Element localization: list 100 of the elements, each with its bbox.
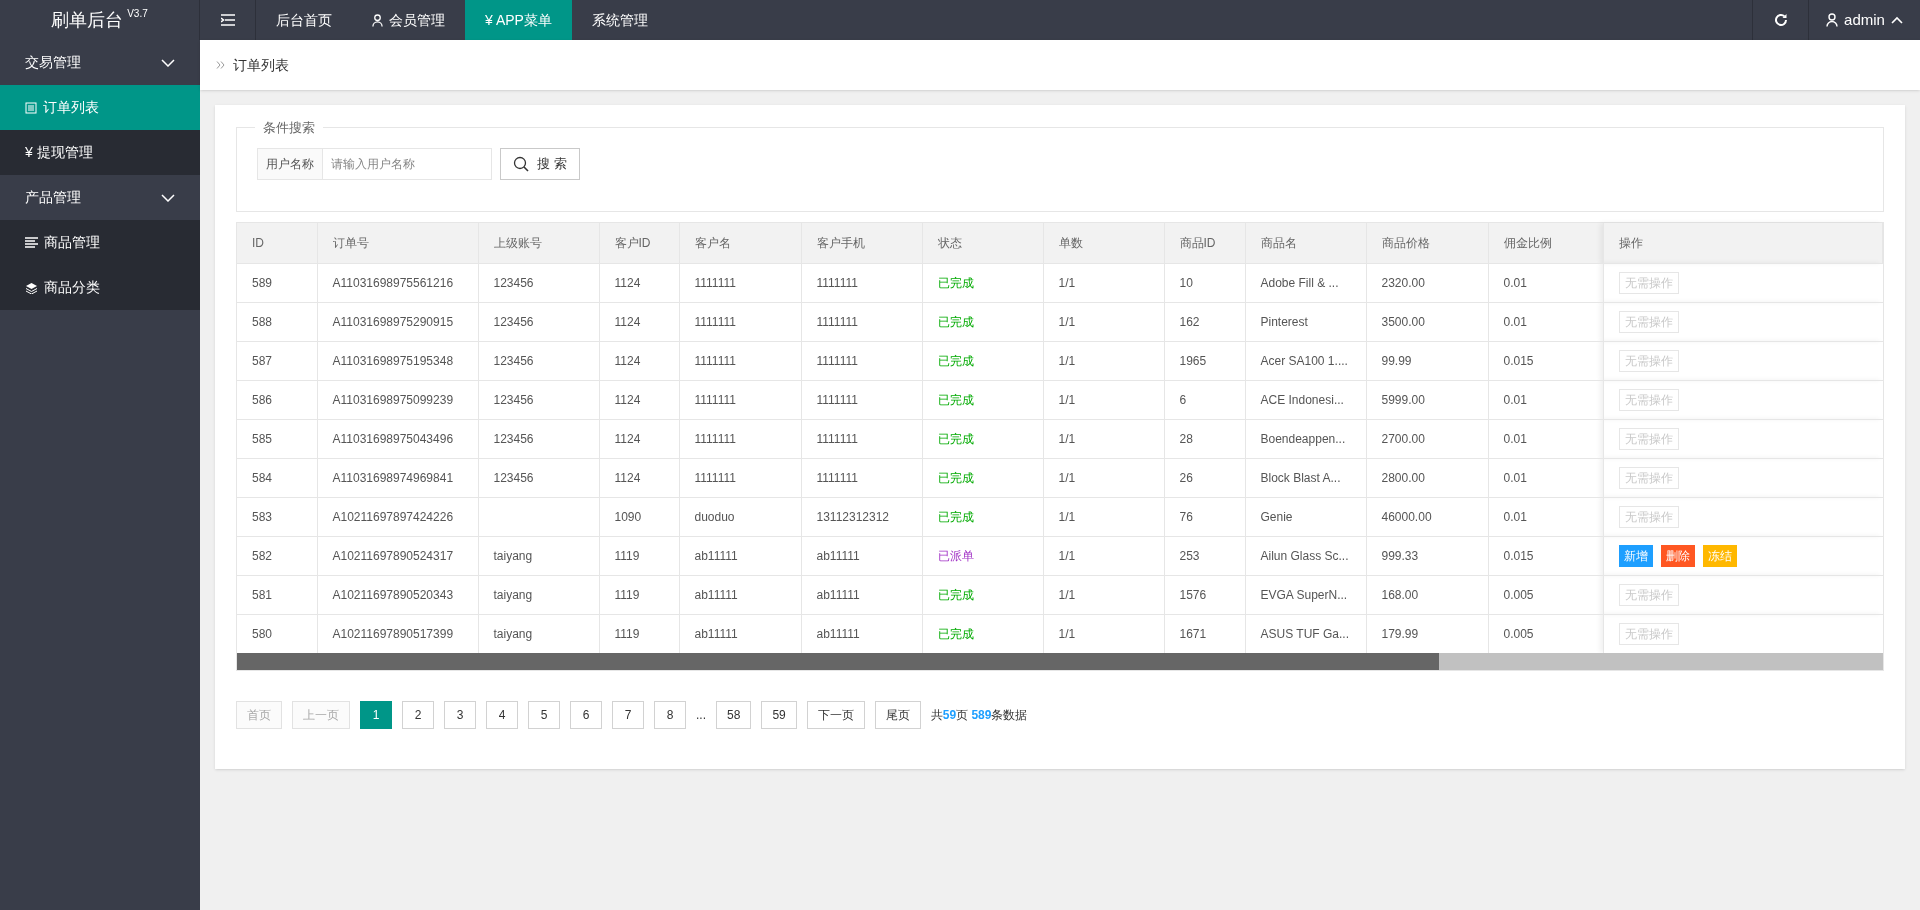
status-text: 已完成	[937, 275, 974, 290]
table-cell-text: 1111111	[816, 392, 858, 407]
table-cell-text: 1111111	[816, 314, 858, 329]
table-cell-text: 162	[1179, 314, 1200, 329]
nav-tab[interactable]: 会员管理	[352, 0, 465, 40]
column-header[interactable]: 状态	[922, 223, 1043, 263]
table-cell-text: 13112312312	[816, 509, 890, 524]
double-chevron-icon	[216, 61, 225, 69]
column-header[interactable]: 商品名	[1245, 223, 1366, 263]
column-header[interactable]: 上级账号	[478, 223, 599, 263]
status-text: 已完成	[937, 353, 974, 368]
table-cell-text: 10	[1179, 275, 1193, 290]
table-cell-text: A11031698975043496	[332, 431, 454, 446]
table-cell-text: 0.01	[1503, 392, 1527, 407]
table-cell-text: 585	[252, 431, 273, 446]
table-cell-text: ab11111	[816, 626, 860, 641]
nav-tab[interactable]: 系统管理	[571, 0, 668, 40]
table-cell-text: 1576	[1179, 587, 1207, 602]
table-cell-text: Boendeappen...	[1260, 431, 1346, 446]
page-button[interactable]: 4	[486, 701, 518, 729]
table-cell-text: 179.99	[1381, 626, 1419, 641]
user-icon	[1826, 13, 1839, 27]
page-button[interactable]: 8	[654, 701, 686, 729]
table-cell-text: 584	[252, 470, 273, 485]
table-cell-text: 5999.00	[1381, 392, 1425, 407]
nav-tab[interactable]: ¥ APP菜单	[465, 0, 572, 40]
column-header[interactable]: 操作	[1603, 223, 1883, 263]
sidebar-item[interactable]: 订单列表	[0, 85, 200, 130]
pagination-button[interactable]: 尾页	[874, 701, 921, 729]
table-cell-text: 586	[252, 392, 273, 407]
table-cell-text: 1/1	[1058, 431, 1076, 446]
column-header[interactable]: ID	[237, 223, 317, 263]
table-cell-text: 123456	[493, 392, 534, 407]
table-cell-text: A11031698975099239	[332, 392, 454, 407]
table-cell-text: 589	[252, 275, 273, 290]
table-cell-text: 1111111	[694, 431, 736, 446]
column-header[interactable]: 客户ID	[599, 223, 679, 263]
table-cell-text: 1111111	[816, 353, 858, 368]
column-header[interactable]: 客户名	[679, 223, 801, 263]
table-cell-text: 1119	[614, 626, 640, 641]
table-cell-text: 1124	[614, 431, 641, 446]
page-button[interactable]: 2	[402, 701, 434, 729]
sidebar-item[interactable]: 商品管理	[0, 220, 200, 265]
table-cell-text: 1965	[1179, 353, 1207, 368]
pagination-button[interactable]: 下一页	[806, 701, 865, 729]
scrollbar-thumb[interactable]	[237, 653, 1439, 670]
table-cell-text: 1/1	[1058, 548, 1076, 563]
table-cell-text: ab11111	[694, 626, 738, 641]
sidebar-item[interactable]: ¥ 提现管理	[0, 130, 200, 175]
version-label: V3.7	[127, 7, 148, 21]
column-header[interactable]: 客户手机	[801, 223, 922, 263]
table-cell-text: 587	[252, 353, 273, 368]
table-cell-text: 0.01	[1503, 431, 1527, 446]
table-cell-text: 3500.00	[1381, 314, 1425, 329]
table-cell-text: 168.00	[1381, 587, 1419, 602]
column-header[interactable]: 商品价格	[1366, 223, 1488, 263]
table-cell-text: 1111111	[816, 431, 858, 446]
chevron-down-icon	[161, 58, 175, 67]
table-cell-text: A10211697890517399	[332, 626, 454, 641]
breadcrumb-item: 订单列表	[233, 55, 289, 75]
column-header[interactable]: 佣金比例	[1488, 223, 1603, 263]
table-cell-text: 123456	[493, 275, 534, 290]
nav-tab[interactable]: 后台首页	[256, 0, 352, 40]
table-cell-text: ab11111	[816, 548, 860, 563]
table-cell-text: Block Blast A...	[1260, 470, 1341, 485]
table-cell-text: 1111111	[816, 470, 858, 485]
table-cell-text: A10211697890524317	[332, 548, 454, 563]
horizontal-scrollbar[interactable]	[237, 653, 1883, 670]
status-text: 已完成	[937, 431, 974, 446]
table-cell-text: 123456	[493, 314, 534, 329]
page-button[interactable]: 6	[570, 701, 602, 729]
table-cell-text: 1111111	[694, 314, 736, 329]
table-cell-text: 123456	[493, 431, 534, 446]
table-cell-text: ASUS TUF Ga...	[1260, 626, 1349, 641]
status-text: 已完成	[937, 470, 974, 485]
sidebar-item[interactable]: 商品分类	[0, 265, 200, 310]
table-cell-text: 1119	[614, 587, 640, 602]
page-button[interactable]: 5	[528, 701, 560, 729]
column-header[interactable]: 单数	[1043, 223, 1164, 263]
page-button[interactable]: 7	[612, 701, 644, 729]
table-cell-text: taiyang	[493, 626, 533, 641]
page-button[interactable]: 58	[716, 701, 752, 729]
table-cell-text: A10211697890520343	[332, 587, 454, 602]
table-cell-text: A11031698975561216	[332, 275, 454, 290]
table-cell-text: ab11111	[694, 548, 738, 563]
page-button[interactable]: 1	[360, 701, 392, 729]
table-cell-text: Genie	[1260, 509, 1293, 524]
table-cell-text: 1/1	[1058, 587, 1076, 602]
username-input[interactable]: 请输入用户名称	[323, 148, 492, 180]
page-button[interactable]: 59	[761, 701, 797, 729]
search-button[interactable]: 搜 索	[500, 148, 580, 180]
column-header[interactable]: 商品ID	[1164, 223, 1245, 263]
table-cell-text: 1124	[614, 275, 641, 290]
table-cell-text: EVGA SuperN...	[1260, 587, 1348, 602]
table-cell-text: 0.01	[1503, 275, 1527, 290]
delete-button[interactable]: 删除	[1660, 544, 1695, 567]
column-header[interactable]: 订单号	[317, 223, 478, 263]
table-cell-text: 1119	[614, 548, 640, 563]
page-button[interactable]: 3	[444, 701, 476, 729]
table-cell-text: 1111111	[816, 275, 858, 290]
